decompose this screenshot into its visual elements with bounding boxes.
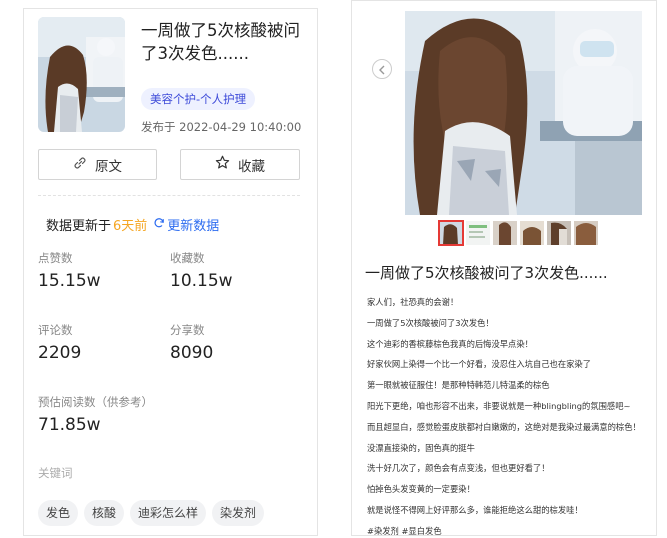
- post-body-line: 一周做了5次核酸被问了3次发色！: [367, 317, 494, 328]
- previous-image-button[interactable]: [372, 59, 392, 79]
- post-title: 一周做了5次核酸被问了3次发色......: [365, 264, 608, 282]
- post-body-line: 这个迪彩的香槟藤棕色我真的后悔没早点染！: [367, 338, 533, 349]
- post-body-line: 好家伙网上染得一个比一个好看，没忍住入坑自己也在家染了: [367, 359, 592, 370]
- reads-value: 71.85w: [38, 415, 101, 435]
- keyword-chip[interactable]: 核酸: [84, 500, 125, 526]
- image-thumbnail[interactable]: [493, 221, 517, 245]
- favorite-button[interactable]: 收藏: [180, 149, 300, 180]
- comments-value: 2209: [38, 343, 82, 363]
- view-original-label: 原文: [95, 158, 122, 175]
- favorite-label: 收藏: [238, 158, 265, 175]
- post-body-line: 没漂直接染的，固色真的挺牛: [367, 442, 475, 453]
- reads-label: 预估阅读数（供参考）: [38, 395, 153, 409]
- publish-prefix: 发布于: [141, 120, 176, 134]
- likes-label: 点赞数: [38, 251, 73, 265]
- refresh-icon: [153, 217, 165, 233]
- image-thumbnail-strip: [438, 220, 598, 246]
- link-icon: [73, 156, 87, 174]
- refresh-label: 更新数据: [167, 219, 220, 234]
- publish-time-value: 2022-04-29 10:40:00: [179, 120, 302, 134]
- post-body-line: 家人们，社恐真的会谢！: [367, 297, 459, 307]
- update-ago: 6天前: [113, 219, 148, 234]
- publish-time: 发布于 2022-04-29 10:40:00: [141, 119, 301, 135]
- post-body-line: 而且超显白，感觉脸蛋皮肤都衬白嫩嫩的，这绝对是我染过最满意的棕色！: [367, 421, 641, 432]
- keyword-chip[interactable]: 染发剂: [212, 500, 265, 526]
- view-original-button[interactable]: 原文: [38, 149, 157, 180]
- post-body-line: 就是说怪不得网上好评那么多，谁能拒绝这么甜的棕发哇！: [367, 504, 583, 515]
- shares-label: 分享数: [170, 323, 205, 337]
- likes-value: 15.15w: [38, 271, 101, 291]
- chevron-left-icon: [378, 60, 386, 79]
- image-thumbnail[interactable]: [466, 221, 490, 245]
- image-thumbnail[interactable]: [438, 220, 464, 246]
- post-body-line: 洗十好几次了，颜色会有点变浅，但也更好看了！: [367, 463, 550, 474]
- post-hashtags[interactable]: #染发剂 #显白发色: [367, 521, 656, 535]
- post-preview-panel: 一周做了5次核酸被问了3次发色...... 家人们，社恐真的会谢！ 一周做了5次…: [351, 0, 657, 536]
- category-tag[interactable]: 美容个护-个人护理: [141, 88, 256, 110]
- article-title: 一周做了5次核酸被问了3次发色......: [141, 21, 300, 63]
- keywords-label: 关键词: [38, 466, 73, 480]
- comments-label: 评论数: [38, 323, 73, 337]
- update-prefix: 数据更新于: [46, 219, 112, 234]
- keyword-chip[interactable]: 迪彩怎么样: [130, 500, 207, 526]
- section-divider: [38, 195, 300, 196]
- keyword-list: 发色 核酸 迪彩怎么样 染发剂: [38, 500, 265, 526]
- favorites-label: 收藏数: [170, 251, 205, 265]
- post-body-line: 第一眼就被征服住！是那种特韩范儿特温柔的棕色: [367, 380, 550, 391]
- star-icon: [215, 155, 230, 174]
- image-thumbnail[interactable]: [574, 221, 598, 245]
- shares-value: 8090: [170, 343, 214, 363]
- article-cover-thumbnail[interactable]: [38, 17, 125, 132]
- image-thumbnail[interactable]: [547, 221, 571, 245]
- post-body-line: 怕掉色头发变黄的一定要染！: [367, 484, 475, 495]
- refresh-data-link[interactable]: 更新数据: [153, 215, 219, 234]
- article-summary-panel: 一周做了5次核酸被问了3次发色...... 美容个护-个人护理 发布于 2022…: [23, 8, 318, 536]
- favorites-value: 10.15w: [170, 271, 233, 291]
- keyword-chip[interactable]: 发色: [38, 500, 79, 526]
- data-update-info: 数据更新于 6天前 更新数据: [46, 215, 219, 234]
- post-body: 家人们，社恐真的会谢！ 一周做了5次核酸被问了3次发色！ 这个迪彩的香槟藤棕色我…: [367, 292, 656, 535]
- post-main-image[interactable]: [405, 11, 642, 215]
- image-thumbnail[interactable]: [520, 221, 544, 245]
- post-body-line: 阳光下更绝，咱也形容不出来，非要说就是一种blingbling的氛围感吧~: [367, 400, 631, 411]
